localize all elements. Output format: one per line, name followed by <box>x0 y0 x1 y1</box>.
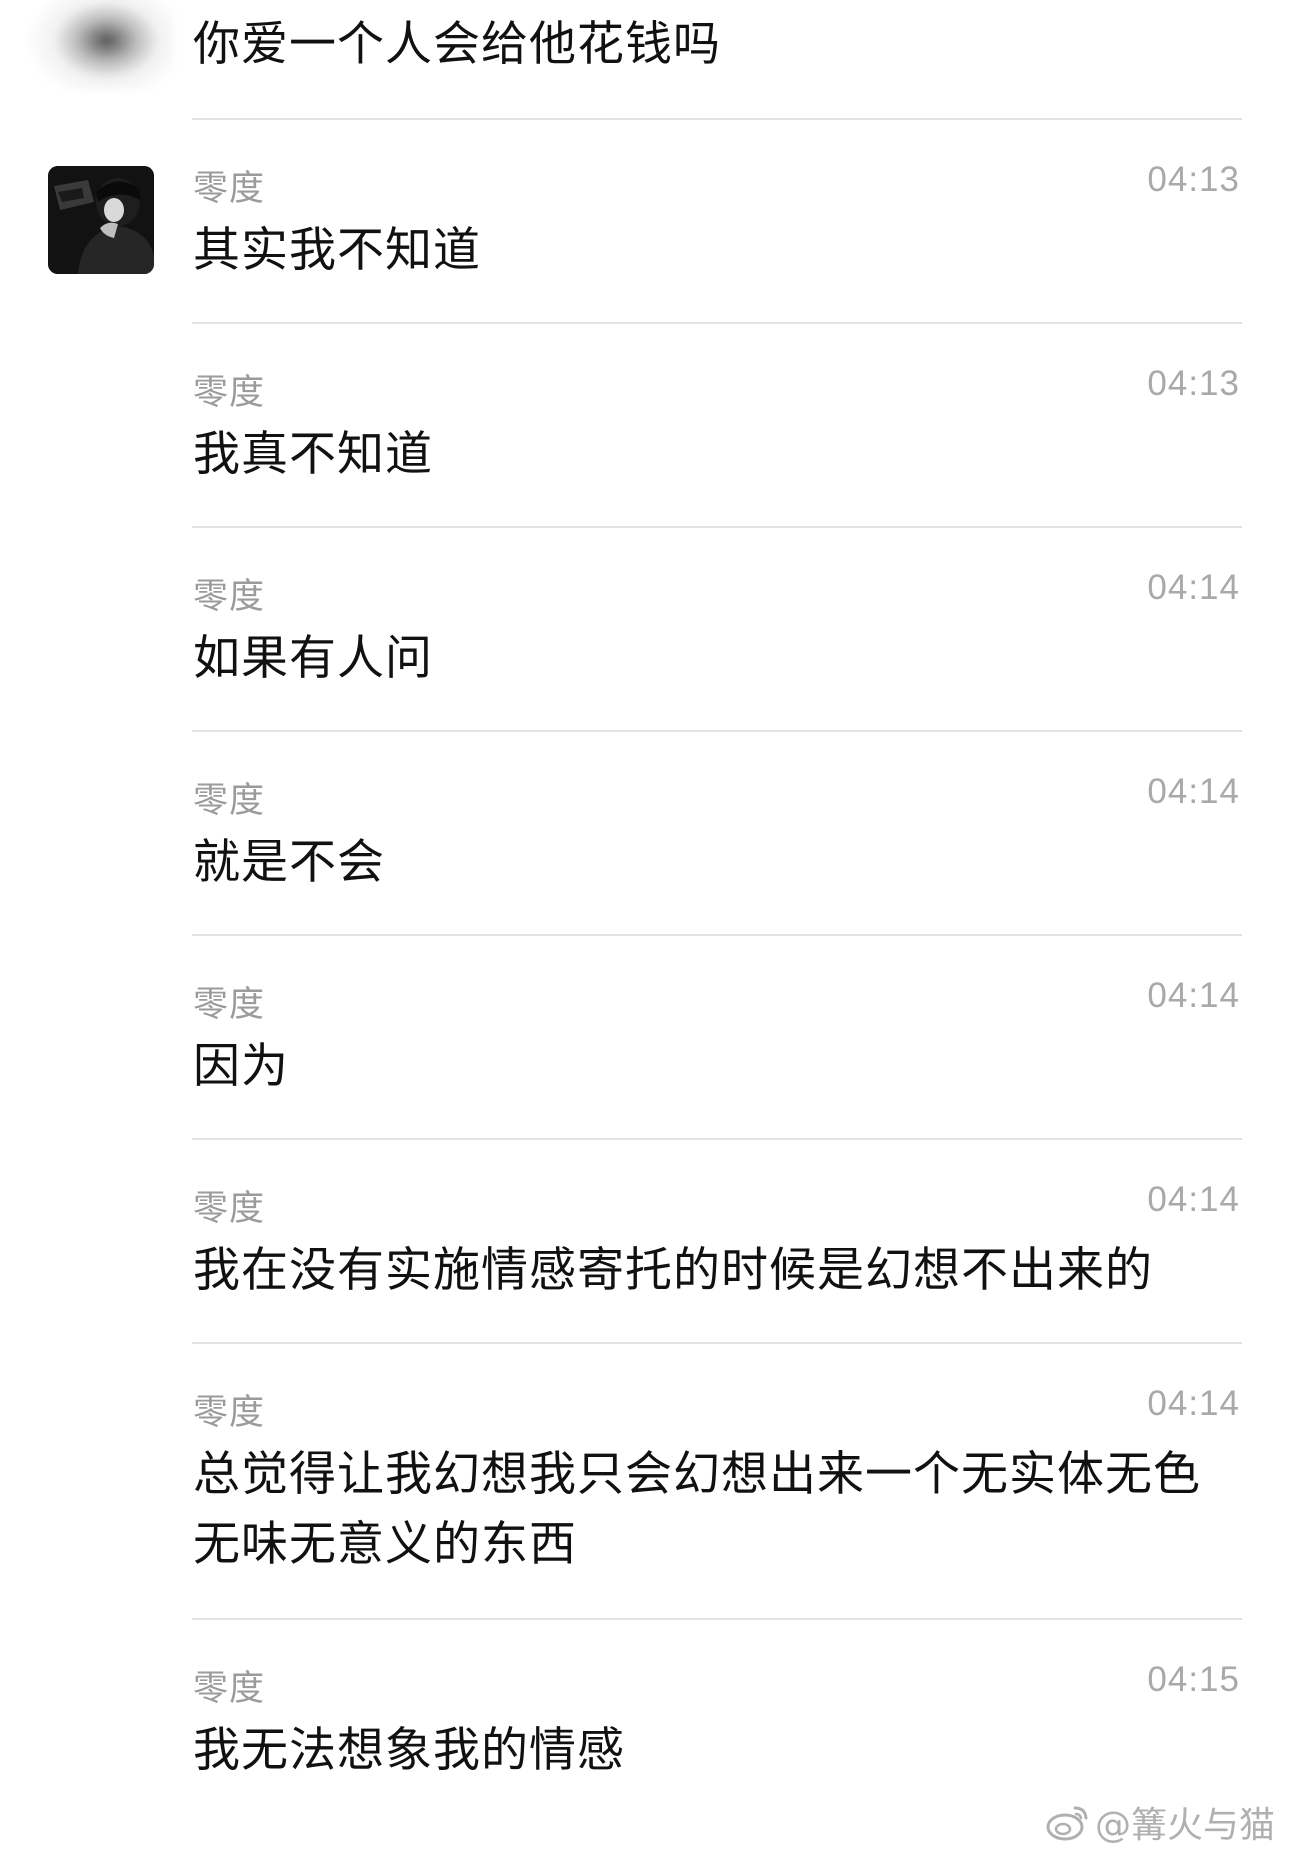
chat-message[interactable]: 零度 04:14 因为 <box>0 936 1289 1140</box>
message-time: 04:14 <box>1147 772 1240 811</box>
message-time: 04:14 <box>1147 1180 1240 1219</box>
avatar-portrait-icon <box>48 166 154 274</box>
weibo-watermark: @篝火与猫 <box>1045 1800 1275 1846</box>
message-text: 你爱一个人会给他花钱吗 <box>193 17 721 72</box>
chat-message[interactable]: 零度 04:14 我在没有实施情感寄托的时候是幻想不出来的 <box>0 1140 1289 1344</box>
message-time: 04:14 <box>1147 976 1240 1015</box>
chat-message[interactable]: 你爱一个人会给他花钱吗 <box>0 0 1289 120</box>
chat-history-list[interactable]: 你爱一个人会给他花钱吗 零度 04:13 其实我不知道 零度 04:13 我真不… <box>0 0 1289 1852</box>
chat-message[interactable]: 零度 04:14 就是不会 <box>0 732 1289 936</box>
sender-name: 零度 <box>193 577 266 617</box>
message-time: 04:13 <box>1147 160 1240 199</box>
message-time: 04:13 <box>1147 364 1240 403</box>
sender-name: 零度 <box>193 169 266 209</box>
sender-name: 零度 <box>193 1669 266 1709</box>
sender-name: 零度 <box>193 985 266 1025</box>
message-time: 04:15 <box>1147 1660 1240 1699</box>
chat-message[interactable]: 零度 04:13 我真不知道 <box>0 324 1289 528</box>
sender-name: 零度 <box>193 781 266 821</box>
message-text: 我在没有实施情感寄托的时候是幻想不出来的 <box>193 1243 1153 1298</box>
sender-name: 零度 <box>193 1189 266 1229</box>
chat-message[interactable]: 零度 04:14 如果有人问 <box>0 528 1289 732</box>
message-time: 04:14 <box>1147 568 1240 607</box>
sender-name: 零度 <box>193 373 266 413</box>
avatar[interactable] <box>48 166 154 274</box>
weibo-icon <box>1046 1806 1088 1841</box>
message-text: 我无法想象我的情感 <box>193 1723 625 1778</box>
message-text: 其实我不知道 <box>193 223 481 278</box>
message-time: 04:14 <box>1147 1384 1240 1423</box>
watermark-text: @篝火与猫 <box>1094 1805 1275 1846</box>
sender-name: 零度 <box>193 1393 266 1433</box>
message-text: 因为 <box>193 1039 289 1094</box>
chat-message[interactable]: 零度 04:14 总觉得让我幻想我只会幻想出来一个无实体无色无味无意义的东西 <box>0 1344 1289 1620</box>
avatar[interactable] <box>24 0 174 90</box>
message-text: 我真不知道 <box>193 427 433 482</box>
message-text: 如果有人问 <box>193 631 433 686</box>
message-text: 就是不会 <box>193 835 385 890</box>
message-text: 总觉得让我幻想我只会幻想出来一个无实体无色无味无意义的东西 <box>193 1447 1201 1572</box>
chat-message[interactable]: 零度 04:13 其实我不知道 <box>0 120 1289 324</box>
